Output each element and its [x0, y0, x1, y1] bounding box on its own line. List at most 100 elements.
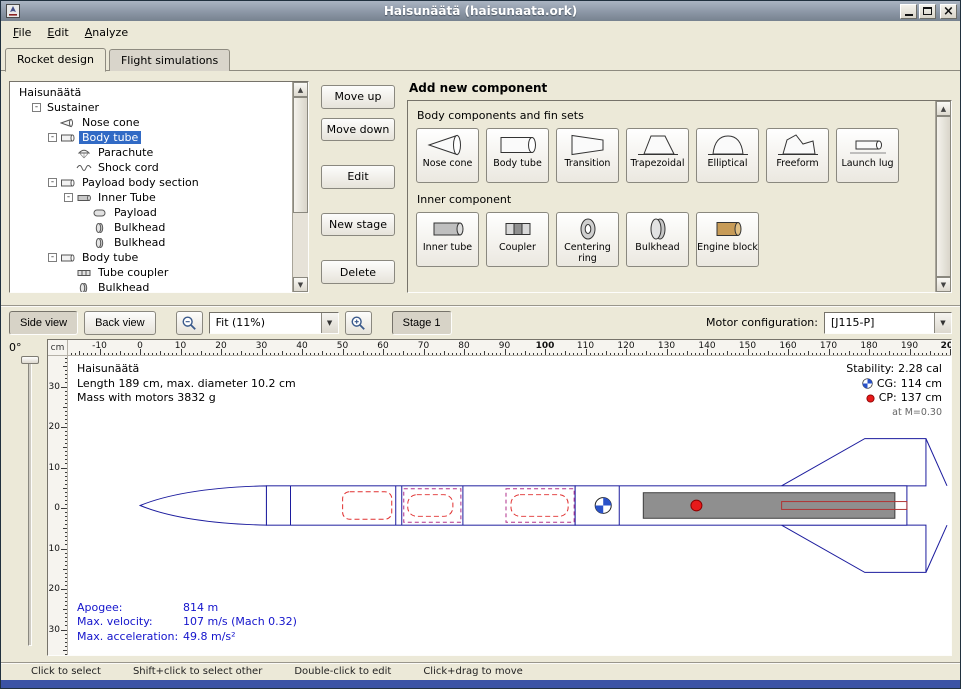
component-button-label: Bulkhead — [635, 243, 679, 254]
motor-configuration-select[interactable]: [J115-P] — [824, 312, 952, 334]
ruler-tick — [160, 351, 161, 355]
ruler-tick — [683, 353, 684, 356]
forward-body-tube-shape[interactable] — [266, 486, 575, 525]
component-button-label: Transition — [565, 159, 611, 170]
tree-item-sustainer[interactable]: Sustainer — [13, 100, 290, 115]
ruler-tick — [590, 353, 591, 356]
add-component-scrollbar[interactable] — [935, 101, 951, 292]
menu-edit[interactable]: Edit — [39, 23, 76, 42]
minimize-button[interactable] — [900, 4, 917, 19]
add-body-tube-button[interactable]: Body tube — [486, 128, 549, 183]
component-button-label: Engine block — [697, 243, 758, 254]
tab-strip: Rocket design Flight simulations — [1, 43, 960, 71]
ruler-tick — [432, 353, 433, 356]
tree-item-label: Bulkhead — [95, 281, 152, 293]
ruler-tick — [63, 569, 67, 570]
edit-button[interactable]: Edit — [321, 165, 395, 189]
zoom-in-button[interactable] — [345, 311, 372, 335]
close-button[interactable] — [940, 4, 957, 19]
ruler-tick — [298, 353, 299, 356]
tree-item-haisunäätä[interactable]: Haisunäätä — [13, 85, 290, 100]
ruler-tick — [893, 353, 894, 356]
scroll-down-icon[interactable] — [936, 277, 951, 292]
zoom-select[interactable]: Fit (11%) — [209, 312, 339, 334]
chevron-down-icon[interactable] — [934, 313, 951, 333]
add-bulkhead-button[interactable]: Bulkhead — [626, 212, 689, 267]
ruler-tick — [735, 353, 736, 356]
nose-cone-shape[interactable] — [140, 486, 266, 525]
side-view-button[interactable]: Side view — [9, 311, 78, 335]
tree-item-nose-cone[interactable]: Nose cone — [13, 115, 290, 130]
ruler-tick — [877, 353, 878, 356]
delete-button[interactable]: Delete — [321, 260, 395, 284]
tree-item-bulkhead[interactable]: Bulkhead — [13, 235, 290, 250]
scrollbar-thumb[interactable] — [293, 97, 308, 213]
tree-expander[interactable] — [48, 253, 57, 262]
scroll-down-icon[interactable] — [293, 277, 308, 292]
tree-expander[interactable] — [64, 193, 73, 202]
tab-flight-simulations[interactable]: Flight simulations — [109, 49, 230, 71]
tree-item-body-tube[interactable]: Body tube — [13, 250, 290, 265]
ruler-tick — [808, 351, 809, 355]
move-up-button[interactable]: Move up — [321, 85, 395, 109]
rotation-slider-handle[interactable] — [21, 356, 39, 364]
menu-analyze[interactable]: Analyze — [77, 23, 136, 42]
new-stage-button[interactable]: New stage — [321, 213, 395, 237]
ruler-tick — [743, 353, 744, 356]
rocket-canvas[interactable]: Haisunäätä Length 189 cm, max. diameter … — [68, 356, 951, 655]
add-trapezoidal-button[interactable]: Trapezoidal — [626, 128, 689, 183]
tree-item-body-tube[interactable]: Body tube — [13, 130, 290, 145]
add-transition-button[interactable]: Transition — [556, 128, 619, 183]
add-freeform-button[interactable]: Freeform — [766, 128, 829, 183]
stability-value: 2.28 cal — [898, 362, 942, 377]
tree-item-tube-coupler[interactable]: Tube coupler — [13, 265, 290, 280]
back-view-button[interactable]: Back view — [84, 311, 156, 335]
add-coupler-button[interactable]: Coupler — [486, 212, 549, 267]
add-elliptical-button[interactable]: Elliptical — [696, 128, 759, 183]
ruler-tick — [492, 353, 493, 356]
tree-scrollbar[interactable] — [292, 82, 308, 292]
tab-rocket-design[interactable]: Rocket design — [5, 48, 106, 72]
ruler-tick — [132, 353, 133, 356]
menu-file[interactable]: File — [5, 23, 39, 42]
ruler-tick — [189, 353, 190, 356]
scroll-up-icon[interactable] — [293, 82, 308, 97]
add-centering-ring-button[interactable]: Centering ring — [556, 212, 619, 267]
move-down-button[interactable]: Move down — [321, 118, 395, 142]
maximize-button[interactable] — [919, 4, 936, 19]
fin-lower[interactable] — [782, 525, 926, 572]
tree-item-bulkhead[interactable]: Bulkhead — [13, 280, 290, 293]
tree-item-shock-cord[interactable]: Shock cord — [13, 160, 290, 175]
add-launch-lug-button[interactable]: Launch lug — [836, 128, 899, 183]
tree-item-parachute[interactable]: Parachute — [13, 145, 290, 160]
rotation-slider-track[interactable] — [28, 359, 32, 646]
ruler-label: 100 — [536, 341, 555, 351]
ruler-tick — [61, 549, 67, 550]
tree-item-inner-tube[interactable]: Inner Tube — [13, 190, 290, 205]
add-nose-cone-button[interactable]: Nose cone — [416, 128, 479, 183]
tree-expander[interactable] — [48, 178, 57, 187]
window-icon[interactable] — [6, 4, 20, 18]
stage-1-toggle[interactable]: Stage 1 — [392, 311, 452, 335]
tree-expander[interactable] — [32, 103, 41, 112]
tree-expander[interactable] — [48, 133, 57, 142]
zoom-out-button[interactable] — [176, 311, 203, 335]
scrollbar-thumb[interactable] — [936, 116, 951, 277]
ruler-tick — [65, 443, 68, 444]
ruler-tick — [622, 353, 623, 356]
add-inner-tube-button[interactable]: Inner tube — [416, 212, 479, 267]
tree-item-payload[interactable]: Payload — [13, 205, 290, 220]
ruler-tick — [561, 353, 562, 356]
motor-shape[interactable] — [643, 493, 895, 519]
chevron-down-icon[interactable] — [321, 313, 338, 333]
scroll-up-icon[interactable] — [936, 101, 951, 116]
ruler-tick — [581, 353, 582, 356]
ruler-tick — [172, 353, 173, 356]
tree-item-payload-body-section[interactable]: Payload body section — [13, 175, 290, 190]
add-engine-block-button[interactable]: Engine block — [696, 212, 759, 267]
ruler-tick — [65, 646, 68, 647]
fin-upper[interactable] — [782, 439, 926, 486]
tree-item-bulkhead[interactable]: Bulkhead — [13, 220, 290, 235]
ruler-tick — [833, 353, 834, 356]
ruler-tick — [606, 351, 607, 355]
